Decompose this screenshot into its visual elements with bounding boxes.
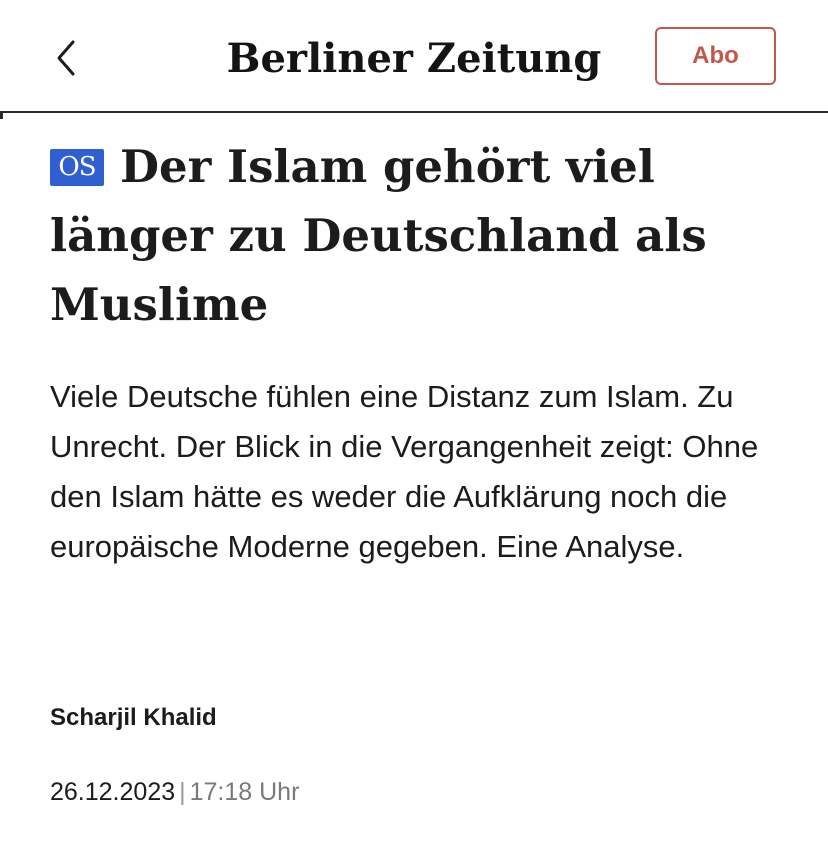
publish-time: 17:18 Uhr bbox=[189, 778, 300, 806]
logo[interactable]: Berliner Zeitung bbox=[227, 28, 602, 88]
author-name[interactable]: Scharjil Khalid bbox=[50, 704, 217, 732]
article-header: OS Der Islam gehört viel länger zu Deutsc… bbox=[50, 132, 770, 339]
article-headline: OS Der Islam gehört viel länger zu Deutsc… bbox=[50, 132, 770, 339]
article-teaser: Viele Deutsche fühlen eine Distanz zum I… bbox=[50, 379, 759, 564]
publish-date: 26.12.2023 bbox=[50, 778, 176, 806]
dateline-separator: | bbox=[179, 778, 186, 806]
os-badge: OS bbox=[50, 149, 104, 186]
header-divider bbox=[0, 111, 828, 113]
top-bar: Berliner Zeitung Abo bbox=[0, 0, 828, 112]
subscribe-button[interactable]: Abo bbox=[655, 27, 776, 85]
chevron-left-icon bbox=[57, 40, 75, 76]
back-button[interactable] bbox=[44, 34, 88, 82]
publish-dateline: 26.12.2023 | 17:18 Uhr bbox=[50, 778, 299, 807]
header-divider-tick bbox=[0, 111, 3, 119]
headline-text: Der Islam gehört viel länger zu Deutschl… bbox=[50, 140, 707, 331]
